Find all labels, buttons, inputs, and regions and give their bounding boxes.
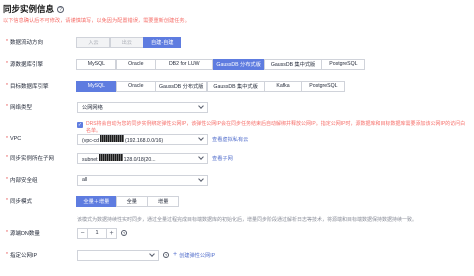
required-icon: * bbox=[6, 177, 8, 183]
required-icon: * bbox=[6, 198, 8, 204]
target-engine-postgresql[interactable]: PostgreSQL bbox=[301, 80, 346, 92]
target-engine-oracle[interactable]: Oracle bbox=[115, 80, 156, 92]
sync-mode-segment: 全量＋增量 全量 增量 bbox=[76, 195, 180, 207]
required-icon: * bbox=[6, 61, 8, 67]
target-engine-segment: MySQL Oracle GaussDB 分布式版 GaussDB 集中式版 K… bbox=[76, 80, 346, 92]
required-icon: * bbox=[6, 155, 8, 161]
redacted-mask bbox=[98, 153, 123, 161]
chevron-down-icon bbox=[198, 176, 204, 182]
sync-mode-incremental[interactable]: 增量 bbox=[147, 195, 180, 207]
source-engine-postgresql[interactable]: PostgreSQL bbox=[321, 58, 366, 70]
source-engine-gaussdb-distributed[interactable]: GaussDB 分布式版 bbox=[212, 58, 265, 70]
eip-select[interactable] bbox=[77, 249, 159, 261]
help-circle-icon[interactable]: ? bbox=[57, 5, 65, 13]
source-engine-gaussdb-centralized[interactable]: GaussDB 集中式版 bbox=[264, 58, 323, 70]
required-icon: * bbox=[6, 230, 8, 236]
target-engine-label: * 目标数据库引擎 bbox=[6, 83, 49, 90]
decrement-button[interactable]: − bbox=[77, 227, 88, 239]
network-type-select[interactable]: 公网网络 bbox=[77, 101, 208, 113]
flow-option-self-built[interactable]: 自建-自建 bbox=[143, 36, 182, 48]
eip-label: * 指定公网IP bbox=[6, 252, 38, 259]
dn-count-stepper: − 1 + bbox=[77, 227, 117, 239]
chevron-down-icon bbox=[149, 251, 155, 257]
required-icon: * bbox=[6, 83, 8, 89]
view-vpc-link[interactable]: 查看虚拟私有云 bbox=[212, 136, 248, 143]
sync-mode-full[interactable]: 全量 bbox=[115, 195, 148, 207]
required-icon: * bbox=[6, 136, 8, 142]
increment-button[interactable]: + bbox=[106, 227, 117, 239]
sync-mode-full-incremental[interactable]: 全量＋增量 bbox=[76, 195, 117, 207]
target-engine-gaussdb-distributed[interactable]: GaussDB 分布式版 bbox=[155, 80, 208, 92]
create-eip-link[interactable]: + 创建弹性公网IP bbox=[173, 251, 215, 259]
section-title: 同步实例信息 ? bbox=[3, 3, 65, 15]
source-engine-label: * 源数据库引擎 bbox=[6, 61, 43, 68]
target-engine-mysql[interactable]: MySQL bbox=[76, 80, 117, 92]
security-group-label: * 内部安全组 bbox=[6, 177, 38, 184]
source-engine-mysql[interactable]: MySQL bbox=[76, 58, 117, 70]
flow-direction-segment: 入云 出云 自建-自建 bbox=[76, 36, 182, 48]
chevron-down-icon bbox=[198, 103, 204, 109]
target-engine-kafka[interactable]: Kafka bbox=[264, 80, 303, 92]
plus-icon: + bbox=[173, 251, 178, 258]
required-icon: * bbox=[6, 39, 8, 45]
subnet-label: * 同步实例所在子网 bbox=[6, 155, 54, 162]
sync-mode-note: 该模式为数据持续性实时同步，通过全量过程完成目标端数据库的初始化后，增量同步阶段… bbox=[77, 217, 418, 223]
redacted-mask bbox=[100, 134, 125, 142]
warning-hint: 以下信息确认后不可修改，请谨慎填写，以免因为配置错误，需要重新创建任务。 bbox=[3, 18, 190, 24]
question-icon[interactable]: ? bbox=[163, 252, 169, 258]
security-group-select[interactable]: all bbox=[77, 174, 208, 186]
vpc-select[interactable]: (vpc-cd (192.168.0.0/16) bbox=[77, 133, 208, 145]
flow-direction-label: * 数据流动方向 bbox=[6, 39, 43, 46]
flow-option-outbound[interactable]: 出云 bbox=[109, 36, 144, 48]
target-engine-gaussdb-centralized[interactable]: GaussDB 集中式版 bbox=[206, 80, 265, 92]
vpc-label: * VPC bbox=[6, 136, 22, 142]
source-engine-db2[interactable]: DB2 for LUW bbox=[155, 58, 214, 70]
chevron-down-icon bbox=[198, 135, 204, 141]
eip-auto-bind-checkbox[interactable]: ✓ bbox=[77, 121, 83, 128]
required-icon: * bbox=[6, 104, 8, 110]
flow-option-inbound[interactable]: 入云 bbox=[76, 36, 111, 48]
source-engine-segment: MySQL Oracle DB2 for LUW GaussDB 分布式版 Ga… bbox=[76, 58, 366, 70]
required-icon: * bbox=[6, 252, 8, 258]
page-title: 同步实例信息 bbox=[3, 4, 55, 14]
dn-count-label: * 源端DN数量 bbox=[6, 230, 40, 237]
view-subnet-link[interactable]: 查看子网 bbox=[212, 155, 233, 162]
network-type-label: * 网络类型 bbox=[6, 104, 32, 111]
source-engine-oracle[interactable]: Oracle bbox=[115, 58, 156, 70]
subnet-select[interactable]: subnet 128.0/18(20... bbox=[77, 152, 208, 164]
dn-count-value[interactable]: 1 bbox=[88, 227, 106, 239]
question-icon[interactable]: ? bbox=[121, 230, 127, 236]
sync-mode-label: * 同步模式 bbox=[6, 198, 32, 205]
chevron-down-icon bbox=[198, 154, 204, 160]
